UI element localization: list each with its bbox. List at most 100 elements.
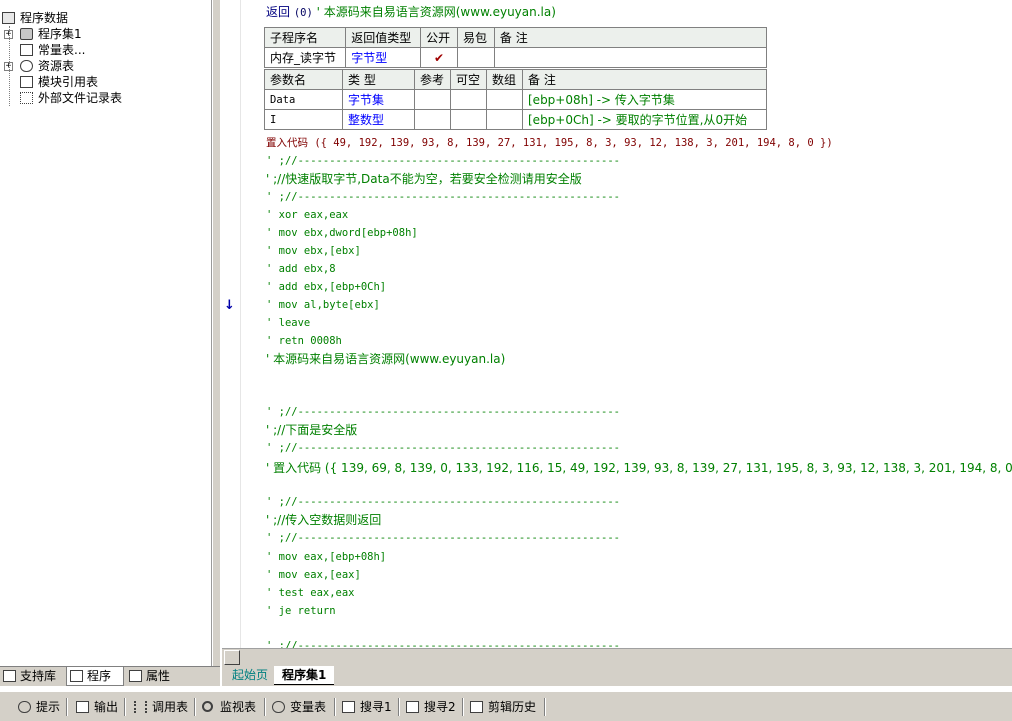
separator [264, 698, 266, 716]
project-tree-panel: 程序数据 + 程序集1 常量表... + 资源表 模块引用表 外部文件记录表 [0, 0, 212, 666]
tree-item-external-files[interactable]: 外部文件记录表 [0, 90, 212, 106]
search-icon [406, 701, 419, 713]
param-type-cell[interactable]: 整数型 [342, 109, 415, 130]
param-note-cell[interactable]: [ebp+08h] -> 传入字节集 [522, 89, 767, 110]
search1-button[interactable]: 搜寻1 [340, 696, 392, 718]
hint-button[interactable]: 提示 [16, 696, 60, 718]
tree-item-constants[interactable]: 常量表... [0, 42, 212, 58]
watch-table-button[interactable]: 监视表 [200, 696, 256, 718]
sub-note-cell[interactable] [493, 47, 768, 68]
button-label: 剪辑历史 [488, 700, 537, 714]
clip-history-button[interactable]: 剪辑历史 [468, 696, 536, 718]
tab-program[interactable]: 程序 [66, 667, 124, 686]
code-comment-line[interactable]: ' mov ebx,[ebx] [266, 242, 361, 260]
param-array-cell[interactable] [486, 89, 523, 110]
code-comment-line[interactable]: ' mov ebx,dword[ebp+08h] [266, 224, 418, 242]
tab-label: 程序 [87, 669, 112, 683]
tab-properties[interactable]: 属性 [126, 667, 186, 686]
tree-item-resources[interactable]: + 资源表 [0, 58, 212, 74]
tree-root[interactable]: 程序数据 [0, 10, 212, 26]
code-comment-line[interactable]: ' add ebx,[ebp+0Ch] [266, 278, 386, 296]
left-panel-tabs: 支持库 程序 属性 [0, 666, 220, 686]
code-comment-line[interactable]: ' mov eax,[eax] [266, 566, 361, 584]
sub-name-cell[interactable]: 内存_读字节 [263, 47, 347, 68]
param-nullable-cell[interactable] [450, 89, 487, 110]
code-comment-line[interactable]: ' add ebx,8 [266, 260, 336, 278]
col-header: 公开 [420, 27, 458, 48]
code-comment-line[interactable]: ' ;//-----------------------------------… [266, 188, 620, 206]
sub-type-cell[interactable]: 字节型 [345, 47, 422, 68]
param-ref-cell[interactable] [414, 89, 451, 110]
param-name-cell[interactable]: Data [264, 89, 343, 110]
tab-assembly1[interactable]: 程序集1 [274, 666, 335, 685]
code-comment-line[interactable]: ' leave [266, 314, 310, 332]
project-tree: 程序数据 + 程序集1 常量表... + 资源表 模块引用表 外部文件记录表 [0, 10, 212, 106]
code-comment-line[interactable]: ' ;//-----------------------------------… [266, 529, 620, 547]
inline-code-line[interactable]: 置入代码 ({ 49, 192, 139, 93, 8, 139, 27, 13… [266, 134, 833, 152]
subroutine-table: 子程序名 返回值类型 公开 易包 备 注 内存_读字节 字节型 ✔ [263, 27, 768, 68]
tree-item-module-refs[interactable]: 模块引用表 [0, 74, 212, 90]
param-array-cell[interactable] [486, 109, 523, 130]
code-comment-line[interactable]: ' xor eax,eax [266, 206, 348, 224]
code-comment-line[interactable]: ' mov eax,[ebp+08h] [266, 548, 386, 566]
param-type-cell[interactable]: 字节集 [342, 89, 415, 110]
sub-pkg-cell[interactable] [457, 47, 495, 68]
button-label: 提示 [36, 700, 61, 714]
tab-support-lib[interactable]: 支持库 [0, 667, 64, 686]
gutter-divider [240, 0, 241, 648]
left-panel-scrollbar[interactable] [212, 0, 220, 666]
col-header: 类 型 [342, 69, 415, 90]
call-table-icon [134, 701, 147, 713]
param-name-cell[interactable]: I [264, 109, 343, 130]
tab-label: 属性 [146, 669, 171, 683]
button-label: 搜寻2 [424, 700, 456, 714]
separator [124, 698, 126, 716]
search2-button[interactable]: 搜寻2 [404, 696, 456, 718]
code-comment-line[interactable]: ' je return [266, 602, 336, 620]
param-note-cell[interactable]: [ebp+0Ch] -> 要取的字节位置,从0开始 [522, 109, 767, 130]
tab-start-page[interactable]: 起始页 [224, 666, 276, 685]
tree-item-label: 常量表... [38, 43, 86, 57]
code-comment-line[interactable]: ' 置入代码 ({ 139, 69, 8, 139, 0, 133, 192, … [266, 459, 1012, 477]
code-comment-line[interactable]: ' ;//-----------------------------------… [266, 403, 620, 421]
param-ref-cell[interactable] [414, 109, 451, 130]
button-label: 监视表 [220, 700, 257, 714]
button-label: 调用表 [152, 700, 189, 714]
editor-horizontal-scrollbar[interactable] [222, 648, 1012, 666]
code-comment-line[interactable]: ' retn 0008h [266, 332, 342, 350]
properties-icon [129, 670, 142, 682]
code-comment-line[interactable]: ' ;//-----------------------------------… [266, 152, 620, 170]
code-comment-line[interactable]: ' ;//-----------------------------------… [266, 493, 620, 511]
sub-public-check-icon[interactable]: ✔ [420, 47, 458, 68]
param-nullable-cell[interactable] [450, 109, 487, 130]
separator [462, 698, 464, 716]
code-comment-line[interactable]: ' mov al,byte[ebx] [266, 296, 380, 314]
call-table-button[interactable]: 调用表 [132, 696, 188, 718]
tree-item-label: 模块引用表 [38, 75, 99, 89]
code-comment-line[interactable]: ' 本源码来自易语言资源网(www.eyuyan.la) [266, 350, 505, 368]
code-comment-line[interactable]: ' ;//-----------------------------------… [266, 439, 620, 457]
button-label: 变量表 [290, 700, 327, 714]
tree-item-assembly1[interactable]: + 程序集1 [0, 26, 212, 42]
col-header: 备 注 [522, 69, 767, 90]
tab-label: 支持库 [20, 669, 57, 683]
current-line-arrow-icon: ↓ [224, 298, 235, 313]
tree-root-label: 程序数据 [20, 11, 69, 25]
variable-table-button[interactable]: 变量表 [270, 696, 326, 718]
output-icon [76, 701, 89, 713]
return-keyword: 返回 [266, 5, 291, 19]
program-data-icon [2, 12, 15, 24]
code-comment-line[interactable]: ' ;//下面是安全版 [266, 421, 357, 439]
code-comment-line[interactable]: ' ;//传入空数据则返回 [266, 511, 381, 529]
code-editor[interactable]: ↓ 返回 (0) ' 本源码来自易语言资源网(www.eyuyan.la) 子程… [222, 0, 1012, 652]
return-line[interactable]: 返回 (0) ' 本源码来自易语言资源网(www.eyuyan.la) [266, 3, 556, 21]
bottom-toolbar: 提示 输出 调用表 监视表 变量表 搜寻1 搜寻2 剪辑历史 [0, 690, 1012, 721]
output-button[interactable]: 输出 [74, 696, 118, 718]
button-label: 输出 [94, 700, 119, 714]
code-comment-line[interactable]: ' ;//快速版取字节,Data不能为空，若要安全检测请用安全版 [266, 170, 582, 188]
editor-gutter [222, 0, 240, 648]
scroll-left-button[interactable] [224, 650, 240, 665]
code-comment-line[interactable]: ' test eax,eax [266, 584, 355, 602]
tree-guide-line [9, 26, 10, 106]
search-icon [342, 701, 355, 713]
